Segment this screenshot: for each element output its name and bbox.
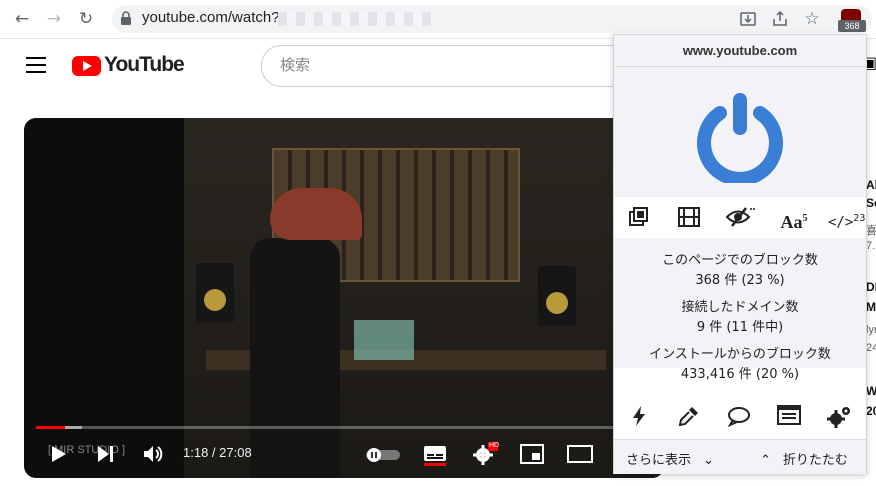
lightning-icon[interactable]	[626, 405, 652, 431]
side-video-title[interactable]: DI	[866, 280, 876, 294]
dashboard-gears-icon[interactable]	[826, 405, 852, 431]
time-separator: /	[208, 445, 220, 460]
search-box[interactable]	[261, 45, 643, 87]
time-display: 1:18 / 27:08	[183, 445, 252, 460]
video-frame-speaker	[538, 266, 576, 326]
miniplayer-icon[interactable]	[520, 444, 544, 468]
side-video-title[interactable]: M	[866, 300, 876, 314]
logger-icon[interactable]	[776, 405, 802, 431]
chevron-up-icon: ⌃	[760, 453, 771, 468]
reload-icon[interactable]: ↻	[76, 9, 96, 29]
play-icon[interactable]	[48, 444, 68, 468]
subtitles-icon[interactable]	[423, 444, 447, 470]
side-video-title[interactable]: W	[866, 384, 876, 398]
video-player[interactable]	[24, 118, 664, 478]
next-icon[interactable]	[96, 445, 116, 467]
power-section	[614, 66, 866, 197]
side-video-meta: lyr	[866, 324, 876, 336]
video-frame-laptop	[354, 320, 414, 360]
chat-bubble-icon[interactable]	[726, 405, 752, 431]
settings-gear-icon[interactable]: HD	[472, 442, 500, 470]
theater-mode-icon[interactable]	[567, 445, 593, 467]
side-video-title[interactable]: Se	[866, 196, 876, 210]
popup-blocking-icon[interactable]	[626, 206, 652, 232]
media-blocking-icon[interactable]	[676, 206, 702, 232]
javascript-icon[interactable]: </>23	[828, 206, 866, 232]
side-video-title[interactable]: 20	[866, 404, 876, 418]
lock-icon[interactable]	[120, 10, 132, 26]
stat-label: このページでのブロック数	[662, 253, 818, 268]
video-frame-speaker	[196, 263, 234, 323]
collapse-button[interactable]: ⌃ 折りたたむ	[760, 449, 848, 468]
forward-icon[interactable]: →	[44, 9, 64, 29]
eyedropper-icon[interactable]	[676, 405, 702, 431]
text-size-icon[interactable]: Aa5	[778, 206, 810, 232]
ublock-popup: www.youtube.com Aa5 </>23 このページでのブロック数 3…	[613, 34, 867, 474]
scripts-count: 23	[853, 213, 866, 224]
youtube-logo-icon[interactable]	[72, 56, 101, 76]
more-button[interactable]: さらに表示 ⌄	[626, 449, 714, 468]
volume-icon[interactable]	[142, 444, 164, 468]
progress-fill	[36, 426, 65, 429]
power-icon[interactable]	[694, 91, 786, 187]
popup-footer: さらに表示 ⌄ ⌃ 折りたたむ	[614, 439, 866, 474]
autoplay-toggle[interactable]	[366, 447, 400, 466]
bookmark-star-icon[interactable]: ☆	[803, 10, 821, 28]
share-icon[interactable]	[771, 10, 789, 28]
chevron-down-icon: ⌄	[703, 453, 714, 468]
back-icon[interactable]: ←	[12, 9, 32, 29]
side-video-meta: 24	[866, 342, 876, 354]
popup-domain: www.youtube.com	[614, 35, 866, 66]
current-time: 1:18	[183, 445, 209, 460]
popup-stats: このページでのブロック数 368 件 (23 %) 接続したドメイン数 9 件 …	[614, 238, 866, 382]
more-label: さらに表示	[626, 453, 692, 468]
side-video-meta: 7.	[866, 240, 876, 252]
blocked-count-badge: 368	[838, 20, 866, 32]
hd-badge: HD	[489, 442, 500, 449]
video-frame-person	[250, 238, 340, 478]
search-input[interactable]	[278, 55, 622, 75]
url-text: youtube.com/watch?	[142, 9, 280, 26]
menu-icon[interactable]	[26, 57, 46, 73]
side-video-title[interactable]: Al	[866, 178, 876, 192]
stat-value: 368 件 (23 %)	[695, 273, 785, 288]
popup-bottom-tools	[614, 397, 866, 433]
youtube-logo-text[interactable]: YouTube	[104, 53, 185, 77]
video-frame-hat	[270, 188, 362, 240]
stat-value: 9 件 (11 件中)	[696, 320, 784, 335]
text-size-count: 5	[802, 213, 808, 224]
collapse-label: 折りたたむ	[782, 453, 848, 468]
progress-bar[interactable]	[36, 426, 652, 429]
cosmetic-filter-icon[interactable]	[725, 206, 755, 232]
duration: 27:08	[219, 445, 252, 460]
side-video-meta: 喜	[866, 225, 876, 237]
stat-label: インストールからのブロック数	[649, 347, 831, 362]
stat-value: 433,416 件 (20 %)	[680, 367, 800, 382]
stat-label: 接続したドメイン数	[681, 300, 799, 315]
install-icon[interactable]	[739, 10, 757, 28]
popup-toolbar: Aa5 </>23	[614, 198, 866, 238]
url-redacted	[278, 12, 438, 26]
